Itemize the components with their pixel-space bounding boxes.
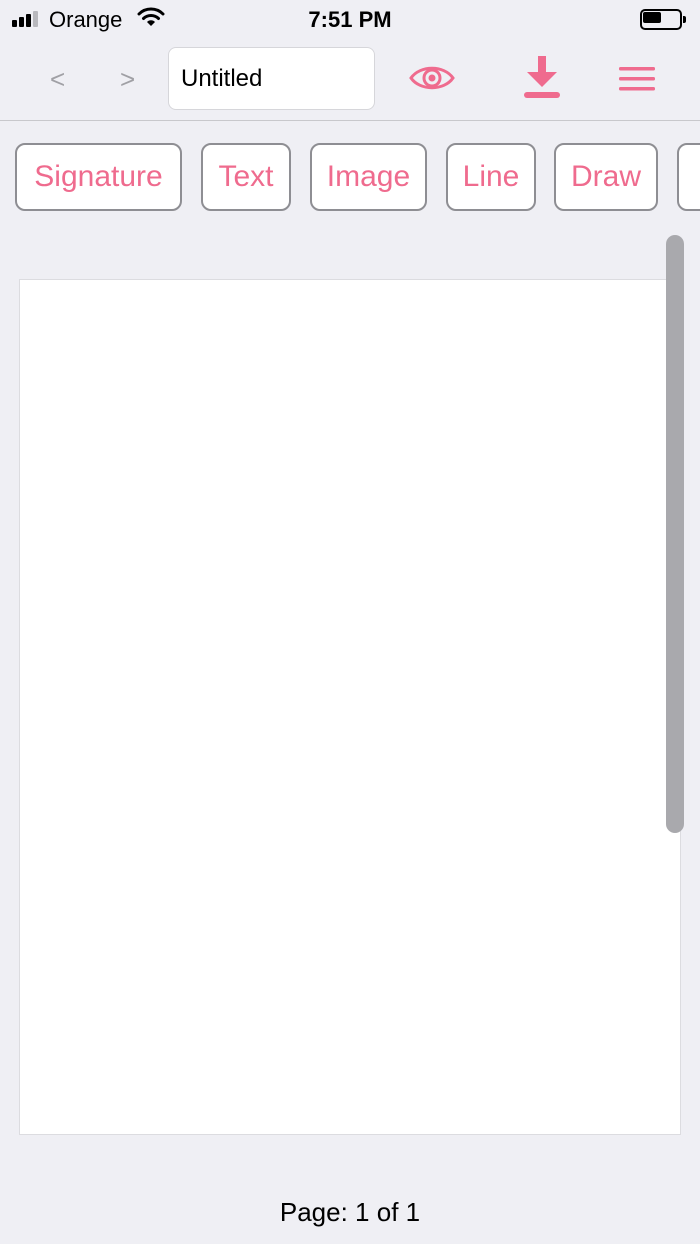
document-page[interactable] xyxy=(19,279,681,1135)
next-button[interactable]: > xyxy=(120,64,135,95)
status-time: 7:51 PM xyxy=(308,7,392,32)
document-toolbar: < > xyxy=(0,40,700,121)
document-viewport[interactable] xyxy=(0,221,700,1161)
previous-button[interactable]: < xyxy=(50,64,65,95)
draw-tool-button[interactable]: Draw xyxy=(554,143,658,211)
line-tool-button[interactable]: Line xyxy=(446,143,536,211)
app-screen: Orange 7:51 PM < > Untitled Signature Te… xyxy=(0,0,700,1244)
battery-icon xyxy=(640,9,686,30)
text-tool-button[interactable]: Text xyxy=(201,143,291,211)
eye-icon[interactable] xyxy=(408,62,456,99)
hamburger-menu-icon[interactable] xyxy=(618,65,656,98)
signature-tool-button[interactable]: Signature xyxy=(15,143,182,211)
tool-strip: Signature Text Image Line Draw xyxy=(0,121,700,221)
page-indicator: Page: 1 of 1 xyxy=(279,1197,421,1227)
more-tool-button[interactable] xyxy=(677,143,700,211)
document-title-input[interactable] xyxy=(168,47,375,110)
download-icon[interactable] xyxy=(522,55,562,106)
vertical-scrollbar[interactable] xyxy=(666,235,684,833)
image-tool-button[interactable]: Image xyxy=(310,143,427,211)
status-bar: Orange 7:51 PM xyxy=(0,0,700,40)
